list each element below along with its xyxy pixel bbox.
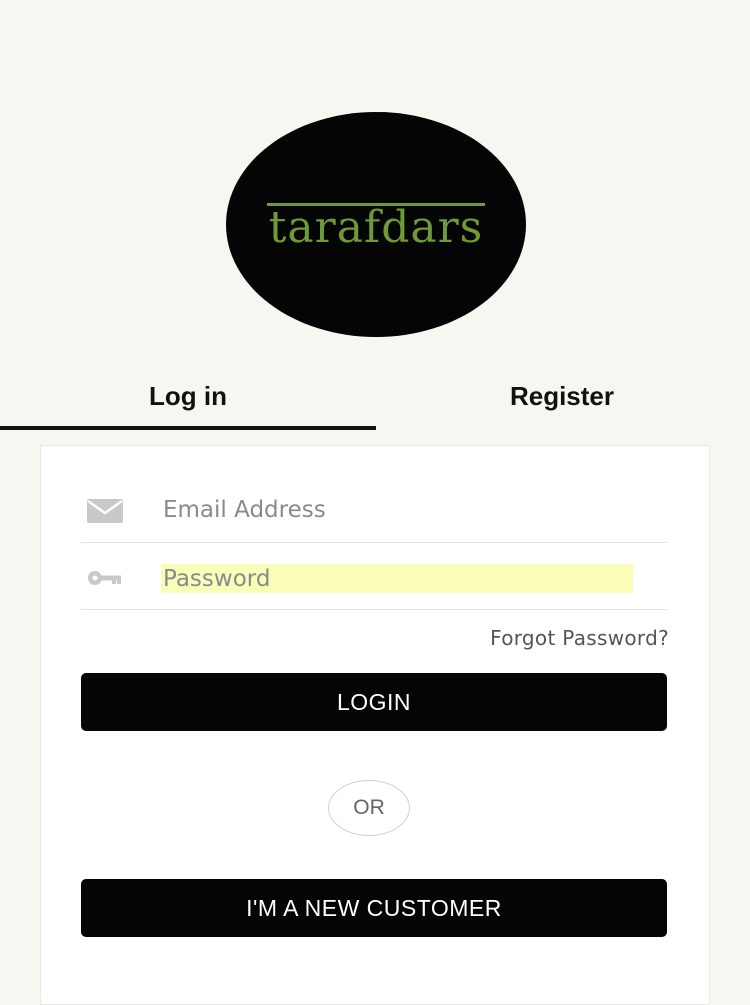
tab-login[interactable]: Log in: [0, 365, 376, 427]
password-field-row: [81, 546, 667, 610]
forgot-password-link[interactable]: Forgot Password?: [490, 626, 669, 650]
envelope-icon: [87, 479, 123, 543]
active-tab-indicator: [0, 426, 376, 430]
or-divider: OR: [328, 780, 410, 836]
login-button[interactable]: LOGIN: [81, 673, 667, 731]
brand-logo: tarafdars: [226, 112, 526, 337]
brand-logo-text: tarafdars: [266, 202, 486, 253]
auth-tabs: Log in Register: [0, 365, 750, 431]
password-input[interactable]: [161, 564, 633, 593]
email-field-row: [81, 479, 667, 543]
new-customer-button[interactable]: I'M A NEW CUSTOMER: [81, 879, 667, 937]
key-icon: [87, 546, 123, 610]
login-card: Forgot Password? LOGIN OR I'M A NEW CUST…: [40, 445, 710, 1005]
email-input[interactable]: [161, 493, 633, 527]
tab-register[interactable]: Register: [374, 365, 750, 427]
